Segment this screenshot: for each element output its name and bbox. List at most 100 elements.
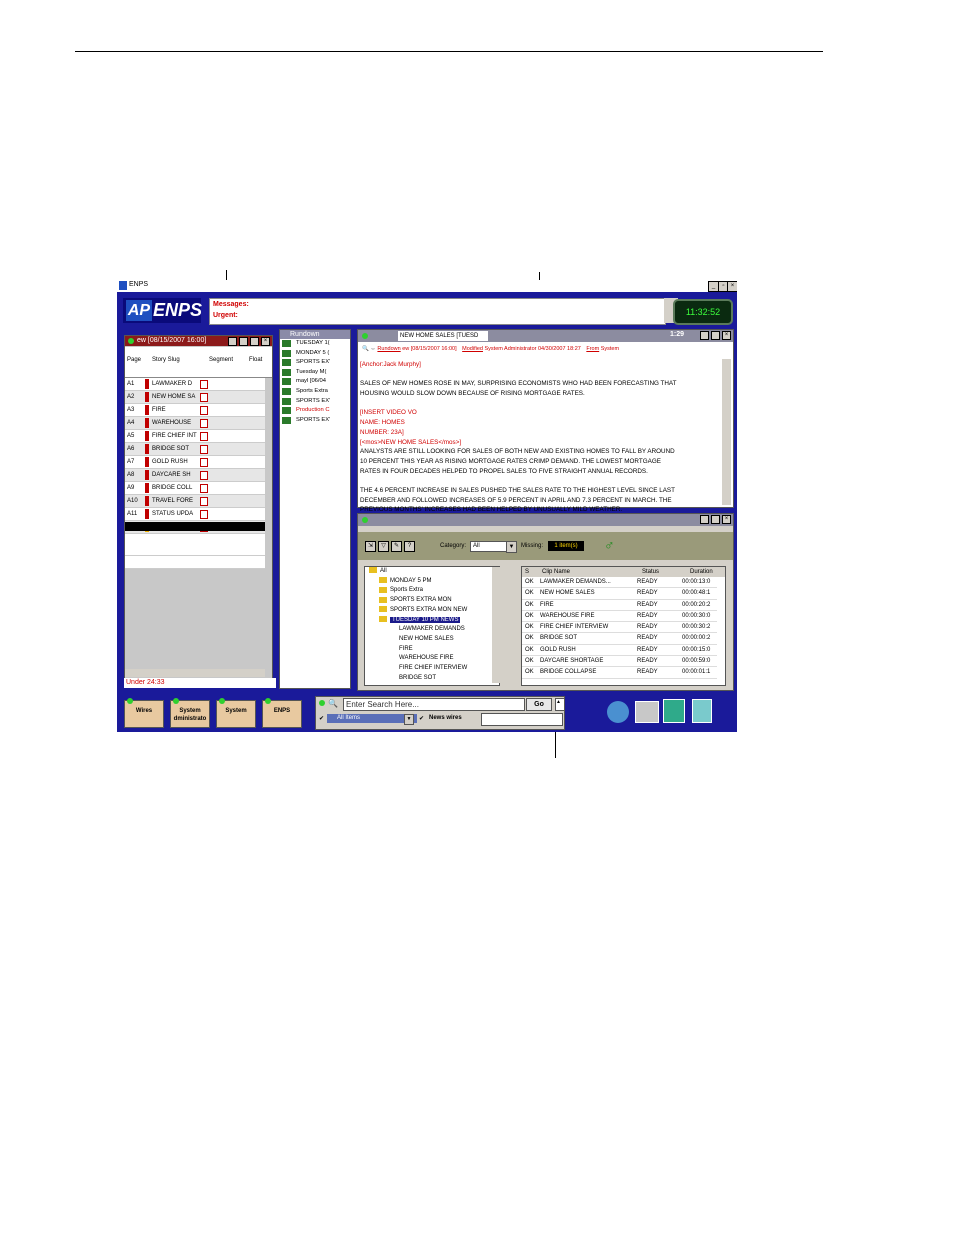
clip-row[interactable]: OK FIRE READY 00:00:20:2 — [522, 600, 717, 611]
rundown-list-item[interactable]: MONDAY 5 ( — [280, 349, 350, 359]
taskbar-button-wires[interactable]: Wires — [124, 698, 164, 728]
rundown-row[interactable]: A1 LAWMAKER D — [125, 378, 265, 391]
col-duration[interactable]: Duration — [690, 567, 713, 577]
rundown-list-item[interactable]: Tuesday M( — [280, 368, 350, 378]
search-spin-icon[interactable]: ▲ — [555, 698, 565, 711]
search-input[interactable]: Enter Search Here... — [343, 698, 525, 711]
story-close-icon[interactable]: × — [722, 331, 731, 340]
modified-label[interactable]: Modified — [462, 346, 483, 352]
taskbar-button-system-dministrato[interactable]: System dministrato — [170, 698, 210, 728]
filter-icon[interactable]: ▽ — [378, 541, 389, 552]
clip-row[interactable]: OK DAYCARE SHORTAGE READY 00:00:59:0 — [522, 656, 717, 668]
rundown-list-item[interactable]: SPORTS EX' — [280, 416, 350, 426]
messages-bar[interactable]: Messages: Urgent: — [209, 298, 666, 325]
help-icon[interactable]: ? — [404, 541, 415, 552]
col-story-slug[interactable]: Story Slug — [152, 357, 180, 363]
rundown-list-item[interactable]: SPORTS EX' — [280, 358, 350, 368]
mos-close-icon[interactable]: × — [722, 515, 731, 524]
rundown-row[interactable]: A6 BRIDGE SOT — [125, 443, 265, 456]
col-float[interactable]: Float — [249, 357, 262, 363]
panel-menu-icon[interactable] — [228, 337, 237, 346]
story-minimize-icon[interactable] — [700, 331, 709, 340]
news-wires-check-icon[interactable]: ✔ — [419, 715, 424, 722]
rundown-row[interactable]: A3 FIRE — [125, 404, 265, 417]
story-text-area[interactable]: [Anchor:Jack Murphy] SALES OF NEW HOMES R… — [360, 360, 720, 513]
rundown-empty-row[interactable] — [125, 556, 265, 569]
tree-node[interactable]: LAWMAKER DEMANDS — [365, 625, 499, 635]
clip-row[interactable]: OK BRIDGE COLLAPSE READY 00:00:01:1 — [522, 667, 717, 679]
clip-row[interactable]: OK LAWMAKER DEMANDS... READY 00:00:13:0 — [522, 577, 717, 589]
category-select[interactable]: All — [470, 541, 508, 552]
taskbar-button-enps[interactable]: ENPS — [262, 698, 302, 728]
rundown-row[interactable]: A2 NEW HOME SA — [125, 391, 265, 404]
link-icon[interactable]: ⇔ — [370, 346, 376, 352]
rundown-row[interactable]: A11 STATUS UPDA — [125, 508, 265, 521]
tree-node[interactable]: All — [365, 567, 499, 577]
mos-maximize-icon[interactable] — [711, 515, 720, 524]
clip-row[interactable]: OK FIRE CHIEF INTERVIEW READY 00:00:30:2 — [522, 622, 717, 634]
rundown-row[interactable]: A9 BRIDGE COLL — [125, 482, 265, 495]
col-s[interactable]: S — [525, 567, 529, 577]
scope-check-icon[interactable]: ✔ — [319, 715, 324, 722]
rundown-list-item[interactable]: mayl [06/04 — [280, 377, 350, 387]
rundown-grid-hscrollbar[interactable] — [125, 669, 265, 677]
row-page: A8 — [127, 472, 135, 478]
mos-tree-scrollbar[interactable] — [492, 567, 500, 683]
tree-node[interactable]: SPORTS EXTRA MON — [365, 596, 499, 606]
search-icon[interactable]: 🔍 — [328, 699, 338, 708]
story-vscrollbar[interactable] — [722, 359, 731, 505]
tree-node[interactable]: MONDAY 5 PM — [365, 577, 499, 587]
tree-node[interactable]: WAREHOUSE FIRE — [365, 654, 499, 664]
recycle-bin-icon[interactable] — [692, 699, 712, 723]
col-segment[interactable]: Segment — [209, 357, 233, 363]
rundown-row[interactable]: A4 WAREHOUSE — [125, 417, 265, 430]
col-status[interactable]: Status — [642, 567, 659, 577]
assignment-icon[interactable] — [663, 699, 685, 723]
find-icon[interactable]: 🔍 — [362, 346, 369, 352]
tree-node[interactable]: BRIDGE SOT — [365, 674, 499, 684]
tools-icon[interactable]: ✎ — [391, 541, 402, 552]
globe-icon[interactable] — [607, 701, 629, 723]
col-page[interactable]: Page — [127, 357, 141, 363]
tree-node[interactable]: SPORTS EXTRA MON NEW — [365, 606, 499, 616]
story-tab[interactable]: NEW HOME SALES [TUESD — [398, 331, 488, 341]
news-wires-label[interactable]: News wires — [429, 715, 462, 721]
rundown-row[interactable]: A7 GOLD RUSH — [125, 456, 265, 469]
mos-minimize-icon[interactable] — [700, 515, 709, 524]
taskbar-button-system[interactable]: System — [216, 698, 256, 728]
panel-minimize-icon[interactable] — [239, 337, 248, 346]
clip-row[interactable]: OK GOLD RUSH READY 00:00:15:0 — [522, 645, 717, 657]
tree-node[interactable]: Sports Extra — [365, 586, 499, 596]
row-slug: GOLD RUSH — [152, 459, 188, 465]
from-label[interactable]: From — [586, 346, 599, 352]
tree-node[interactable]: NEW HOME SALES — [365, 635, 499, 645]
panel-close-icon[interactable]: × — [261, 337, 270, 346]
panel-maximize-icon[interactable] — [250, 337, 259, 346]
printer-icon[interactable] — [635, 701, 659, 723]
clip-row[interactable]: OK WAREHOUSE FIRE READY 00:00:30:0 — [522, 611, 717, 623]
story-maximize-icon[interactable] — [711, 331, 720, 340]
rundown-list-item[interactable]: Sports Extra — [280, 387, 350, 397]
col-clip-name[interactable]: Clip Name — [542, 567, 570, 577]
category-dropdown-icon[interactable]: ▼ — [506, 541, 517, 553]
rundown-grid-selected-row[interactable] — [125, 522, 265, 531]
rundown-row[interactable]: A5 FIRE CHIEF INT — [125, 430, 265, 443]
go-button[interactable]: Go — [526, 698, 552, 711]
rundown-list-item[interactable]: SPORTS EX' — [280, 397, 350, 407]
rundown-row[interactable]: A8 DAYCARE SH — [125, 469, 265, 482]
clip-row[interactable]: OK BRIDGE SOT READY 00:00:00:2 — [522, 633, 717, 645]
mos-import-icon[interactable]: ⇲ — [365, 541, 376, 552]
rundown-empty-row[interactable] — [125, 543, 265, 556]
rundown-list-item[interactable]: TUESDAY 1( — [280, 339, 350, 349]
clip-row[interactable]: OK NEW HOME SALES READY 00:00:48:1 — [522, 588, 717, 600]
tree-node-selected[interactable]: TUESDAY 10 PM NEWS — [365, 615, 499, 626]
tree-node[interactable]: FIRE — [365, 645, 499, 655]
close-icon[interactable]: × — [727, 281, 737, 292]
clip-name: BRIDGE COLLAPSE — [540, 669, 597, 676]
tree-node[interactable]: FIRE CHIEF INTERVIEW — [365, 664, 499, 674]
rundown-label[interactable]: Rundown — [377, 346, 400, 352]
scope-dropdown-icon[interactable]: ▼ — [404, 714, 414, 725]
rundown-list-item[interactable]: Production C — [280, 406, 350, 416]
news-wires-field[interactable] — [481, 713, 563, 726]
rundown-row[interactable]: A10 TRAVEL FORE — [125, 495, 265, 508]
